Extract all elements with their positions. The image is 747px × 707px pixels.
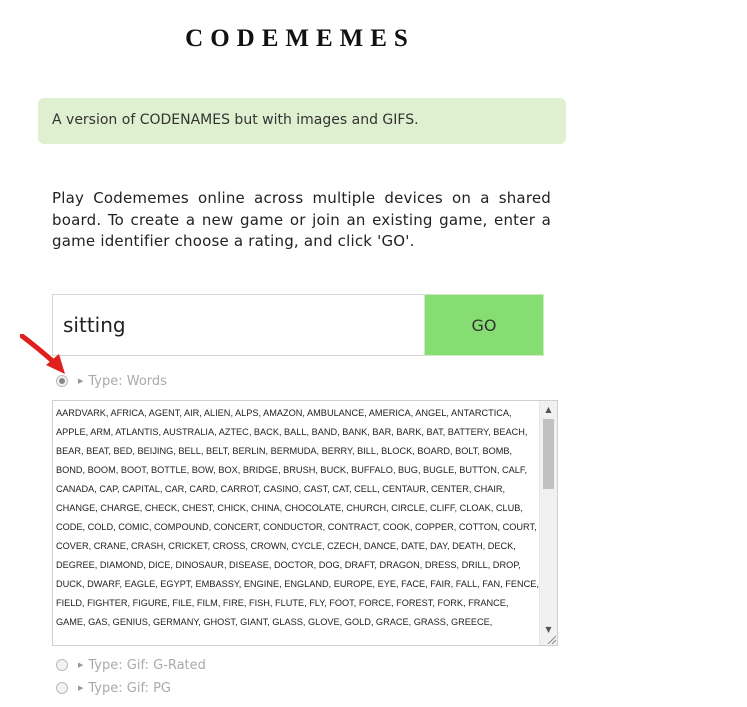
scrollbar[interactable]: ▲ ▼ — [539, 401, 557, 645]
go-button[interactable]: GO — [424, 294, 544, 356]
scroll-up-icon[interactable]: ▲ — [540, 401, 557, 417]
word-list-textarea[interactable]: AARDVARK, AFRICA, AGENT, AIR, ALIEN, ALP… — [52, 400, 558, 646]
radio-button[interactable] — [56, 682, 68, 694]
page-title: CODEMEMES — [185, 25, 415, 52]
game-identifier-input[interactable] — [52, 294, 424, 356]
radio-button[interactable] — [56, 659, 68, 671]
resize-grip-icon[interactable] — [546, 634, 556, 644]
type-option-gif-pg[interactable]: ▶ Type: Gif: PG — [56, 679, 171, 697]
intro-text: Play Codememes online across multiple de… — [52, 189, 551, 250]
radio-button[interactable] — [56, 375, 68, 387]
type-label: Type: Words — [88, 373, 167, 389]
scroll-thumb[interactable] — [543, 419, 554, 489]
type-label: Type: Gif: PG — [88, 680, 171, 696]
type-option-gif-g-rated[interactable]: ▶ Type: Gif: G-Rated — [56, 656, 206, 674]
triangle-right-icon: ▶ — [78, 377, 84, 385]
type-option-words[interactable]: ▶ Type: Words — [56, 372, 167, 390]
word-list-text: AARDVARK, AFRICA, AGENT, AIR, ALIEN, ALP… — [56, 408, 539, 627]
type-label: Type: Gif: G-Rated — [88, 657, 206, 673]
triangle-right-icon: ▶ — [78, 684, 84, 692]
info-banner: A version of CODENAMES but with images a… — [38, 98, 566, 144]
triangle-right-icon: ▶ — [78, 661, 84, 669]
